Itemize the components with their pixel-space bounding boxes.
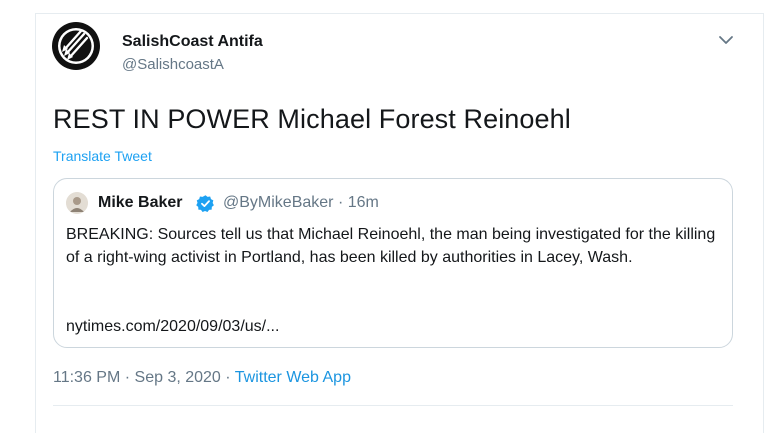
tweet-date[interactable]: Sep 3, 2020 <box>135 369 221 386</box>
quoted-tweet-text: BREAKING: Sources tell us that Michael R… <box>66 226 716 266</box>
tweet-text: REST IN POWER Michael Forest Reinoehl <box>53 104 571 134</box>
quoted-tweet[interactable]: Mike Baker @ByMikeBaker · 16m BREAKING: … <box>53 178 733 348</box>
author-display-name[interactable]: SalishCoast Antifa <box>122 33 263 51</box>
divider <box>53 405 733 406</box>
chevron-down-icon[interactable] <box>716 30 736 50</box>
source-app-link[interactable]: Twitter Web App <box>235 369 351 386</box>
author-handle[interactable]: @SalishcoastA <box>122 56 224 73</box>
quoted-author-name: Mike Baker <box>98 194 183 211</box>
tweet-meta: 11:36 PM · Sep 3, 2020 · Twitter Web App <box>53 369 351 387</box>
verified-badge-icon <box>196 194 215 213</box>
meta-separator: · <box>124 369 131 386</box>
translate-tweet-link[interactable]: Translate Tweet <box>53 148 152 164</box>
quoted-author-handle-time: @ByMikeBaker · 16m <box>223 194 379 211</box>
quoted-author-avatar <box>66 192 88 214</box>
antifa-logo-icon <box>54 24 98 68</box>
tweet-time[interactable]: 11:36 PM <box>53 369 120 386</box>
quoted-tweet-link[interactable]: nytimes.com/2020/09/03/us/... <box>66 318 279 336</box>
meta-separator: · <box>225 369 231 386</box>
author-avatar[interactable] <box>52 22 100 70</box>
